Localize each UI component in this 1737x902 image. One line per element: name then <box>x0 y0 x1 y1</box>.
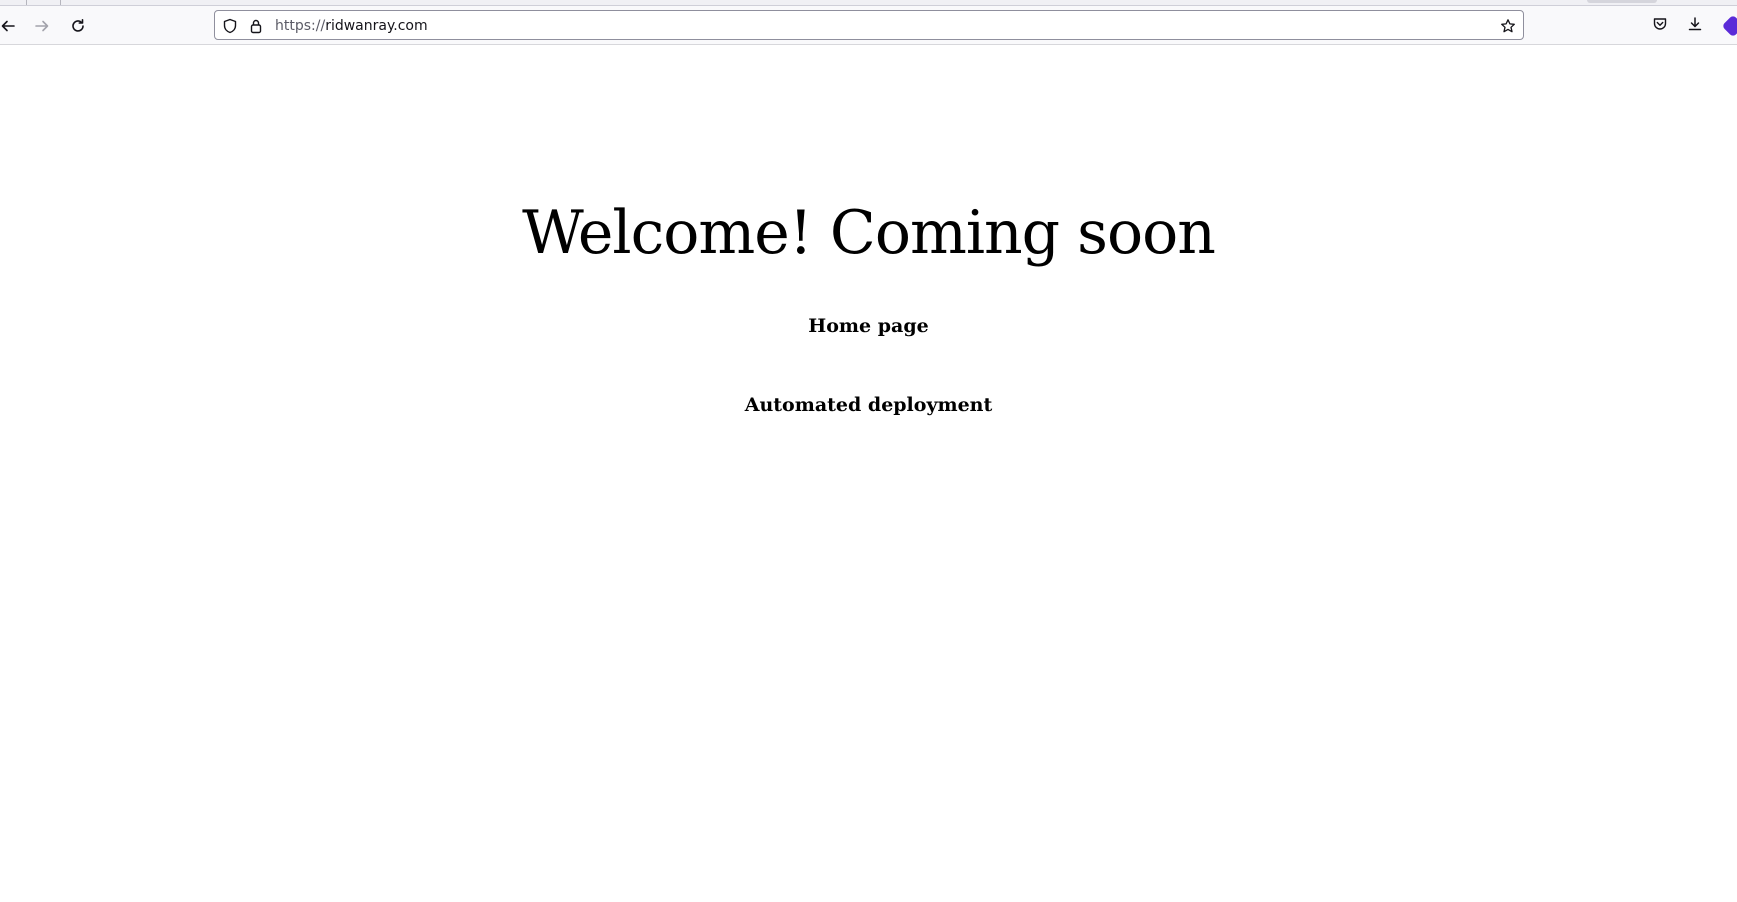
url-bar[interactable]: https://ridwanray.com <box>214 10 1524 40</box>
extension-icon[interactable] <box>1721 14 1737 38</box>
url-scheme: https:// <box>275 18 326 34</box>
star-icon[interactable] <box>1499 17 1517 35</box>
pocket-button[interactable] <box>1646 12 1674 40</box>
arrow-right-icon <box>34 18 50 34</box>
forward-button[interactable] <box>28 12 56 40</box>
reload-button[interactable] <box>64 12 92 40</box>
tab-separator <box>26 0 27 5</box>
url-host: ridwanray.com <box>325 18 428 34</box>
arrow-left-icon <box>0 18 16 34</box>
lock-icon[interactable] <box>247 17 265 35</box>
page-subtitle-home: Home page <box>808 315 929 337</box>
browser-window: https://ridwanray.com Welcome! Coming so… <box>0 0 1737 902</box>
page-title: Welcome! Coming soon <box>522 198 1216 268</box>
page-content: Welcome! Coming soon Home page Automated… <box>0 45 1737 902</box>
tab-active-indicator[interactable] <box>1587 0 1657 3</box>
page-subtitle-deployment: Automated deployment <box>744 394 993 416</box>
url-text[interactable]: https://ridwanray.com <box>275 17 428 35</box>
reload-icon <box>70 18 86 34</box>
download-icon <box>1687 16 1703 36</box>
downloads-button[interactable] <box>1681 12 1709 40</box>
back-button[interactable] <box>0 12 22 40</box>
tab-separator <box>60 0 61 5</box>
pocket-icon <box>1652 16 1668 36</box>
navigation-toolbar: https://ridwanray.com <box>0 6 1737 45</box>
shield-icon[interactable] <box>221 17 239 35</box>
